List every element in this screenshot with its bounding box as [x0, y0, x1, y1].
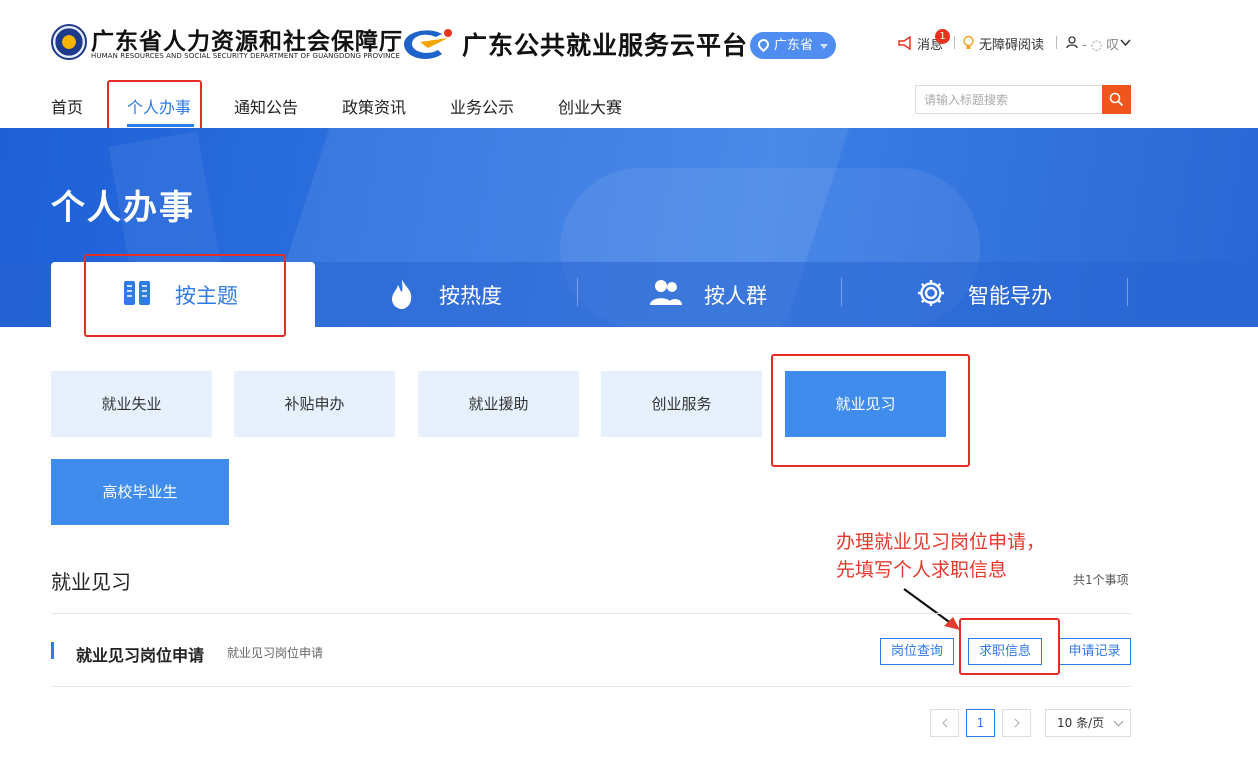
nav-item-personal-affairs[interactable]: 个人办事: [127, 94, 191, 118]
item-count: 共1个事项: [1073, 573, 1129, 587]
lightbulb-icon: [963, 35, 974, 49]
tab-by-popularity[interactable]: 按热度: [315, 262, 577, 327]
category-employment-unemployment[interactable]: 就业失业: [51, 371, 212, 437]
nav-active-indicator: [127, 124, 194, 127]
annotation-text: 办理就业见习岗位申请， 先填写个人求职信息: [836, 528, 1045, 584]
tab-label: 智能导办: [968, 284, 1052, 308]
region-selector[interactable]: 广东省: [750, 32, 836, 59]
department-name: 广东省人力资源和社会保障厅: [91, 29, 403, 55]
item-title[interactable]: 就业见习岗位申请: [76, 642, 204, 666]
next-page-button[interactable]: [1002, 709, 1031, 737]
job-query-button[interactable]: 岗位查询: [880, 638, 954, 665]
banner: 个人办事 按主题 按热度 按人群 智能导办: [0, 128, 1258, 327]
nav-item-notices[interactable]: 通知公告: [234, 94, 298, 118]
department-logo[interactable]: 广东省人力资源和社会保障厅 HUMAN RESOURCES AND SOCIAL…: [51, 22, 402, 66]
category-internship[interactable]: 就业见习: [785, 371, 946, 437]
tab-smart-guide[interactable]: 智能导办: [842, 262, 1127, 327]
tab-label: 按主题: [175, 284, 238, 308]
divider: [1127, 278, 1128, 306]
annotation-line: 先填写个人求职信息: [836, 559, 1008, 581]
page-size-label: 10 条/页: [1057, 716, 1105, 730]
message-count-badge: 1: [935, 29, 950, 44]
category-subsidy-application[interactable]: 补贴申办: [234, 371, 395, 437]
tab-by-group[interactable]: 按人群: [578, 262, 841, 327]
tab-label: 按热度: [439, 284, 502, 308]
nav-item-startup-contest[interactable]: 创业大赛: [558, 94, 622, 118]
section-title: 就业见习: [51, 570, 131, 594]
platform-name: 广东公共就业服务云平台: [462, 31, 749, 60]
annotation-line: 办理就业见习岗位申请，: [836, 531, 1046, 553]
category-employment-assistance[interactable]: 就业援助: [418, 371, 579, 437]
book-icon: [124, 281, 150, 305]
flame-icon: [392, 279, 412, 309]
row-marker: [51, 642, 54, 659]
nav-item-home[interactable]: 首页: [51, 94, 83, 118]
location-pin-icon: [755, 36, 772, 53]
chevron-right-icon: [1014, 718, 1020, 728]
chevron-down-icon: [820, 44, 828, 49]
divider: [954, 36, 955, 49]
search-input[interactable]: [915, 85, 1102, 114]
platform-logo[interactable]: 广东公共就业服务云平台 广东省: [398, 24, 838, 64]
page-number[interactable]: 1: [966, 709, 995, 737]
provincial-emblem-icon: [51, 24, 87, 60]
prev-page-button[interactable]: [930, 709, 959, 737]
user-name: - ◌ 叹: [1082, 38, 1120, 53]
nav-item-business-publicity[interactable]: 业务公示: [450, 94, 514, 118]
tab-label: 按人群: [704, 284, 767, 308]
divider: [51, 613, 1131, 614]
page-size-select[interactable]: 10 条/页: [1045, 709, 1131, 737]
nav-item-policy-news[interactable]: 政策资讯: [342, 94, 406, 118]
item-subtitle: 就业见习岗位申请: [227, 646, 324, 660]
department-name-en: HUMAN RESOURCES AND SOCIAL SECURITY DEPA…: [91, 52, 400, 60]
people-icon: [650, 280, 682, 305]
application-records-button[interactable]: 申请记录: [1058, 638, 1131, 665]
megaphone-icon: [898, 36, 911, 50]
accessibility-label: 无障碍阅读: [979, 38, 1045, 53]
search-button[interactable]: [1102, 85, 1131, 114]
region-label: 广东省: [774, 38, 814, 53]
chevron-down-icon: [1120, 39, 1131, 47]
service-tabs: 按主题 按热度 按人群 智能导办: [0, 262, 1258, 327]
gear-icon: [918, 280, 944, 306]
site-header: 广东省人力资源和社会保障厅 HUMAN RESOURCES AND SOCIAL…: [0, 0, 1258, 128]
search-box: [915, 85, 1131, 114]
search-icon: [1109, 92, 1124, 107]
chevron-down-icon: [1113, 716, 1124, 727]
platform-logo-icon: [404, 29, 452, 59]
page-title: 个人办事: [51, 188, 195, 228]
category-graduates[interactable]: 高校毕业生: [51, 459, 229, 525]
divider: [51, 686, 1131, 687]
job-seeking-info-button[interactable]: 求职信息: [968, 638, 1042, 665]
category-startup-services[interactable]: 创业服务: [601, 371, 762, 437]
chevron-left-icon: [941, 718, 947, 728]
annotation-arrow-icon: [903, 588, 960, 630]
tab-by-topic[interactable]: 按主题: [51, 262, 315, 327]
divider: [1056, 36, 1057, 49]
user-icon: [1066, 36, 1078, 49]
